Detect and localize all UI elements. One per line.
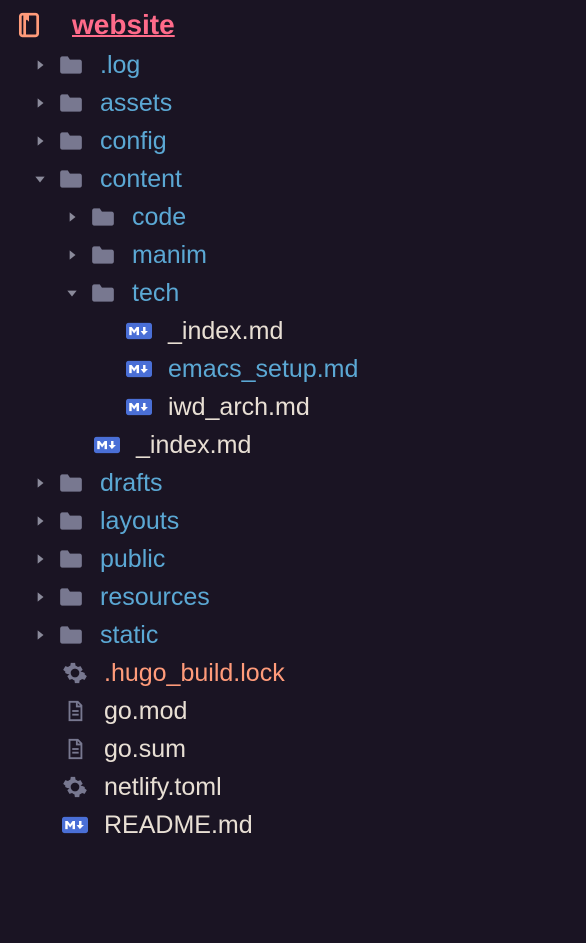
chevron-right-icon[interactable] [30, 511, 50, 531]
folder-item[interactable]: drafts [0, 464, 586, 502]
file-label: .hugo_build.lock [104, 659, 285, 688]
file-label: _index.md [168, 317, 283, 346]
document-icon [62, 698, 88, 724]
chevron-right-icon[interactable] [62, 207, 82, 227]
folder-label: code [132, 203, 186, 232]
folder-icon [58, 546, 84, 572]
file-item[interactable]: go.mod [0, 692, 586, 730]
chevron-down-icon[interactable] [30, 169, 50, 189]
folder-label: .log [100, 51, 140, 80]
chevron-right-icon[interactable] [30, 93, 50, 113]
folder-icon [58, 584, 84, 610]
folder-item[interactable]: layouts [0, 502, 586, 540]
gear-icon [62, 660, 88, 686]
markdown-icon [62, 812, 88, 838]
folder-item[interactable]: resources [0, 578, 586, 616]
folder-icon [58, 166, 84, 192]
file-label: _index.md [136, 431, 251, 460]
folder-item[interactable]: .log [0, 46, 586, 84]
file-label: go.sum [104, 735, 186, 764]
chevron-right-icon[interactable] [62, 245, 82, 265]
folder-item[interactable]: tech [0, 274, 586, 312]
chevron-right-icon[interactable] [30, 55, 50, 75]
bookmark-book-icon [16, 12, 42, 38]
folder-icon [58, 52, 84, 78]
markdown-icon [126, 394, 152, 420]
folder-icon [58, 508, 84, 534]
folder-icon [90, 242, 116, 268]
tree-root[interactable]: website [0, 4, 586, 46]
file-item[interactable]: README.md [0, 806, 586, 844]
folder-item[interactable]: content [0, 160, 586, 198]
file-item[interactable]: iwd_arch.md [0, 388, 586, 426]
file-label: iwd_arch.md [168, 393, 310, 422]
file-item[interactable]: _index.md [0, 312, 586, 350]
folder-item[interactable]: static [0, 616, 586, 654]
file-item[interactable]: emacs_setup.md [0, 350, 586, 388]
folder-item[interactable]: config [0, 122, 586, 160]
chevron-right-icon[interactable] [30, 473, 50, 493]
chevron-right-icon[interactable] [30, 549, 50, 569]
folder-item[interactable]: code [0, 198, 586, 236]
markdown-icon [94, 432, 120, 458]
folder-icon [58, 622, 84, 648]
file-item[interactable]: .hugo_build.lock [0, 654, 586, 692]
gear-icon [62, 774, 88, 800]
folder-label: layouts [100, 507, 179, 536]
file-label: emacs_setup.md [168, 355, 358, 384]
folder-item[interactable]: manim [0, 236, 586, 274]
folder-icon [58, 470, 84, 496]
file-label: netlify.toml [104, 773, 222, 802]
chevron-right-icon[interactable] [30, 625, 50, 645]
markdown-icon [126, 356, 152, 382]
document-icon [62, 736, 88, 762]
file-item[interactable]: _index.md [0, 426, 586, 464]
folder-item[interactable]: assets [0, 84, 586, 122]
folder-label: static [100, 621, 158, 650]
folder-label: tech [132, 279, 179, 308]
folder-label: resources [100, 583, 210, 612]
folder-icon [90, 204, 116, 230]
folder-item[interactable]: public [0, 540, 586, 578]
folder-label: content [100, 165, 182, 194]
file-item[interactable]: netlify.toml [0, 768, 586, 806]
file-label: go.mod [104, 697, 187, 726]
folder-icon [90, 280, 116, 306]
file-tree: website .log assets config content code manim… [0, 4, 586, 844]
folder-label: config [100, 127, 167, 156]
file-label: README.md [104, 811, 253, 840]
chevron-right-icon[interactable] [30, 587, 50, 607]
folder-label: public [100, 545, 165, 574]
folder-label: manim [132, 241, 207, 270]
markdown-icon [126, 318, 152, 344]
chevron-right-icon[interactable] [30, 131, 50, 151]
folder-label: drafts [100, 469, 163, 498]
folder-icon [58, 128, 84, 154]
chevron-down-icon[interactable] [62, 283, 82, 303]
folder-label: assets [100, 89, 172, 118]
folder-icon [58, 90, 84, 116]
tree-root-label: website [72, 9, 175, 41]
file-item[interactable]: go.sum [0, 730, 586, 768]
